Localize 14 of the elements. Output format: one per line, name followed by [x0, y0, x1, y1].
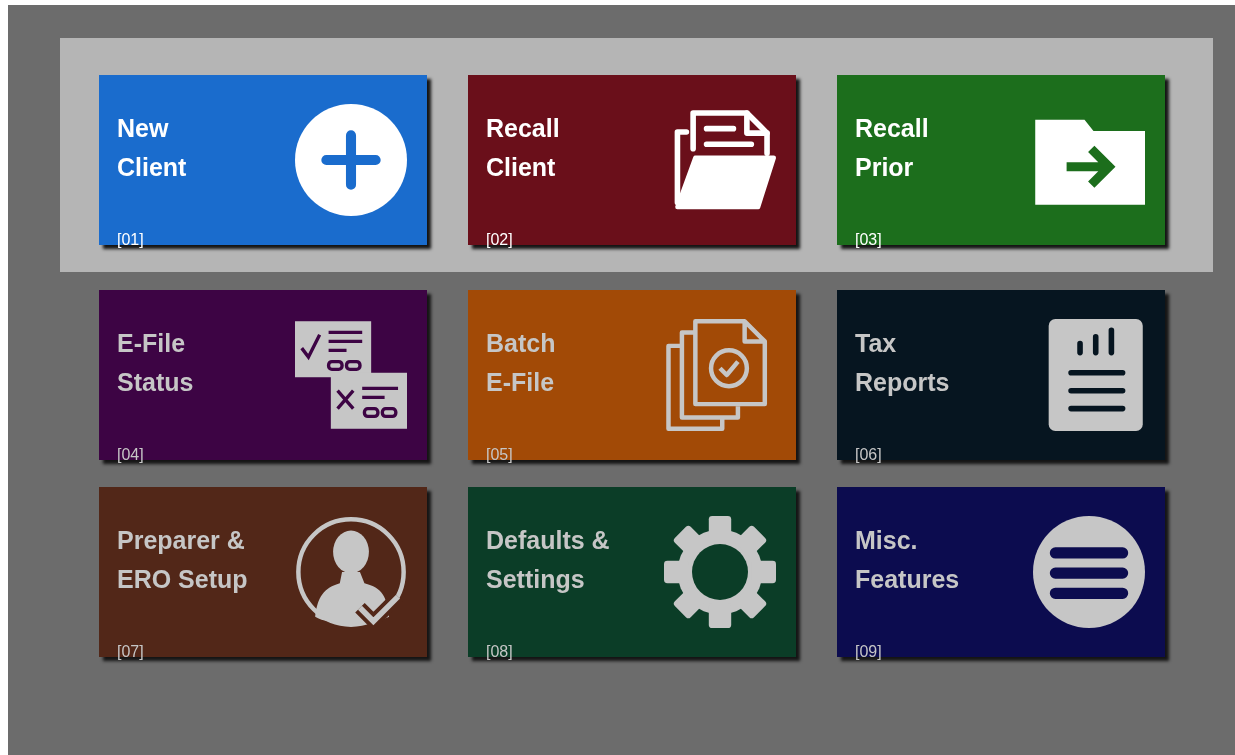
plus-icon: [295, 104, 407, 216]
tile-title: Tax Reports: [855, 328, 950, 398]
tile-title: E-File Status: [117, 328, 194, 398]
tile-title: Defaults & Settings: [486, 525, 610, 595]
tile-title: Recall Prior: [855, 113, 929, 183]
gear-icon: [664, 516, 776, 628]
tile-title: Preparer & ERO Setup: [117, 525, 248, 595]
checklist-forms-icon: [295, 319, 407, 431]
tile-title: Recall Client: [486, 113, 560, 183]
menu-icon: [1033, 516, 1145, 628]
user-check-icon: [295, 516, 407, 628]
tile-title: Batch E-File: [486, 328, 556, 398]
tile-title: New Client: [117, 113, 187, 183]
tile-title: Misc. Features: [855, 525, 960, 595]
